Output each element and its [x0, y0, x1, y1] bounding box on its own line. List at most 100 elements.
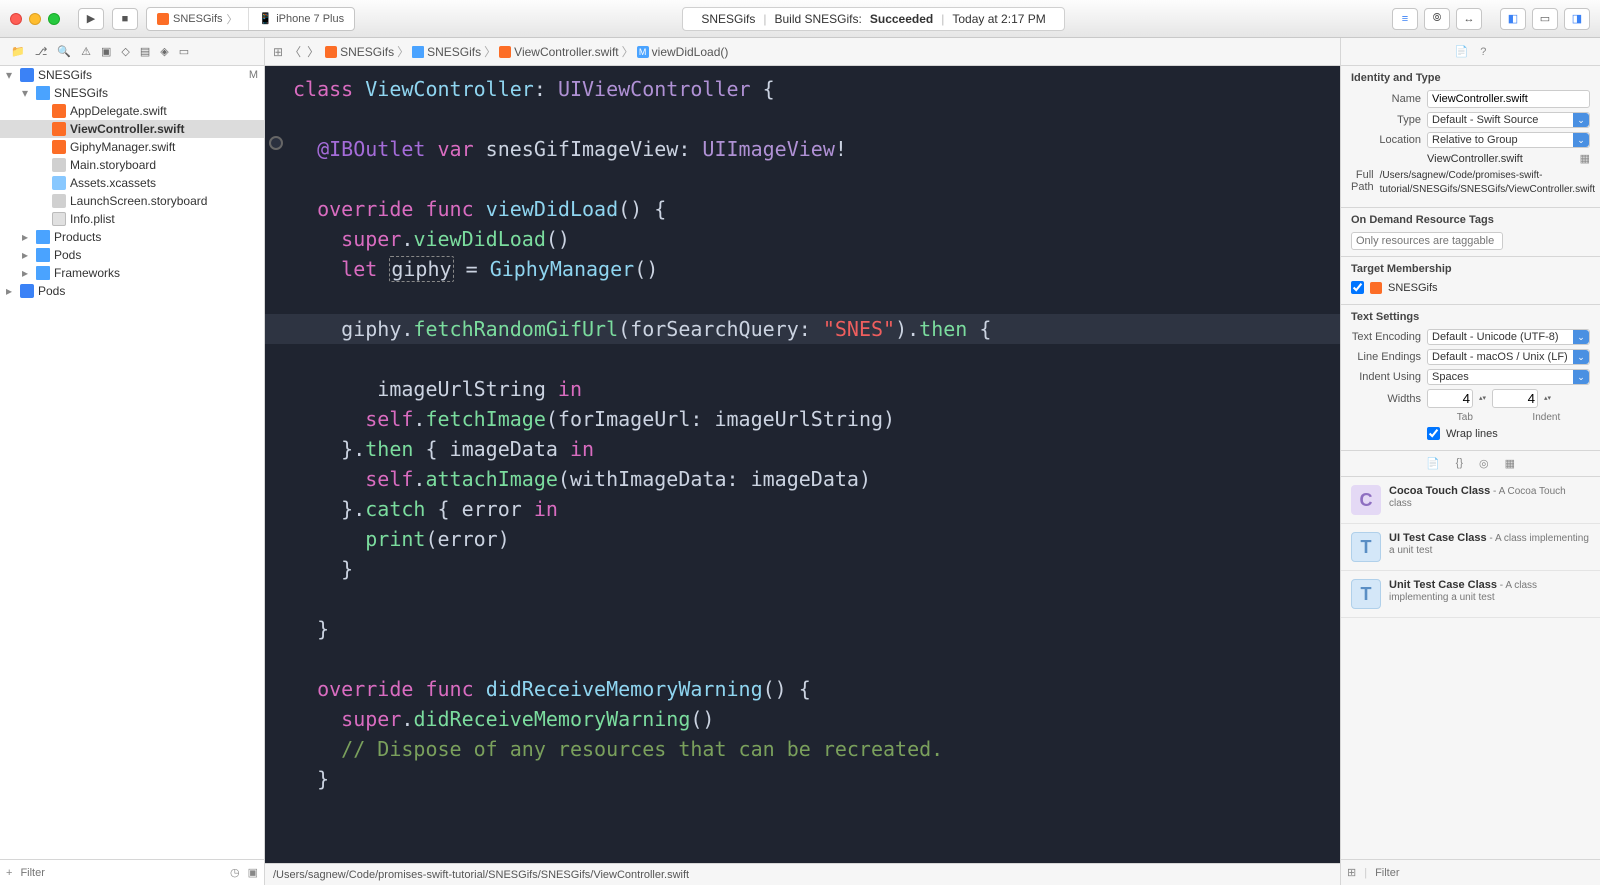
- navigator-selector-bar: 📁 ⎇ 🔍 ⚠ ▣ ◇ ▤ ◈ ▭: [0, 38, 265, 65]
- symbol-navigator-icon[interactable]: 🔍: [54, 43, 74, 60]
- template-icon: C: [1351, 485, 1381, 515]
- target-membership-checkbox[interactable]: [1351, 281, 1364, 294]
- nav-root[interactable]: ▾SNESGifsM: [0, 66, 264, 84]
- status-project: SNESGifs: [701, 12, 755, 26]
- quick-help-icon[interactable]: ?: [1480, 46, 1486, 58]
- jump-bar: 📁 ⎇ 🔍 ⚠ ▣ ◇ ▤ ◈ ▭ ⊞ 〈 〉 SNESGifs〉 SNESGi…: [0, 38, 1600, 66]
- scheme-app-label: SNESGifs: [173, 13, 223, 25]
- zoom-icon[interactable]: [48, 13, 60, 25]
- nav-item[interactable]: AppDelegate.swift: [0, 102, 264, 120]
- breadcrumb-project[interactable]: SNESGifs: [340, 45, 394, 59]
- library-view-mode-icon[interactable]: ⊞: [1347, 866, 1356, 879]
- nav-item[interactable]: Assets.xcassets: [0, 174, 264, 192]
- editor-path-bar: /Users/sagnew/Code/promises-swift-tutori…: [265, 863, 1340, 885]
- indent-width-stepper[interactable]: ▴▾: [1544, 396, 1551, 402]
- activity-status: SNESGifs | Build SNESGifs: Succeeded | T…: [682, 7, 1064, 31]
- inspector-panel: Identity and Type Name TypeDefault - Swi…: [1340, 66, 1600, 885]
- ondemand-tags-field: [1351, 232, 1503, 250]
- app-icon: [1370, 282, 1382, 294]
- editor-standard-button[interactable]: ≡: [1392, 8, 1418, 30]
- debug-navigator-icon[interactable]: ▤: [137, 43, 153, 60]
- status-build-label: Build SNESGifs:: [774, 12, 861, 26]
- method-icon: M: [637, 46, 649, 58]
- breadcrumb-method[interactable]: viewDidLoad(): [652, 45, 729, 59]
- recent-filter-icon[interactable]: ◷: [230, 866, 240, 879]
- location-select[interactable]: Relative to Group⌄: [1427, 132, 1590, 148]
- report-navigator-icon[interactable]: ▭: [176, 43, 192, 60]
- related-items-icon[interactable]: ⊞: [273, 45, 283, 59]
- code-view[interactable]: class ViewController: UIViewController {…: [265, 66, 1340, 863]
- encoding-select[interactable]: Default - Unicode (UTF-8)⌄: [1427, 329, 1590, 345]
- location-file: ViewController.swift: [1427, 153, 1574, 165]
- line-endings-select[interactable]: Default - macOS / Unix (LF)⌄: [1427, 349, 1590, 365]
- nav-forward-icon[interactable]: 〉: [307, 43, 319, 60]
- nav-item[interactable]: ▾SNESGifs: [0, 84, 264, 102]
- close-icon[interactable]: [10, 13, 22, 25]
- tab-caption: Tab: [1457, 412, 1473, 423]
- breadcrumb-file[interactable]: ViewController.swift: [514, 45, 618, 59]
- stop-button[interactable]: ■: [112, 8, 138, 30]
- wrap-lines-checkbox[interactable]: [1427, 427, 1440, 440]
- tab-width-stepper[interactable]: ▴▾: [1479, 396, 1486, 402]
- type-label: Type: [1351, 114, 1421, 126]
- toggle-debug-area-button[interactable]: ▭: [1532, 8, 1558, 30]
- nav-item[interactable]: ▸Pods: [0, 282, 264, 300]
- status-result: Succeeded: [870, 12, 933, 26]
- breadcrumb-folder[interactable]: SNESGifs: [427, 45, 481, 59]
- indent-using-select[interactable]: Spaces⌄: [1427, 369, 1590, 385]
- library-filter-input[interactable]: [1375, 867, 1594, 879]
- template-icon: T: [1351, 579, 1381, 609]
- breakpoint-navigator-icon[interactable]: ◈: [157, 43, 171, 60]
- minimize-icon[interactable]: [29, 13, 41, 25]
- issue-navigator-icon[interactable]: ▣: [98, 43, 114, 60]
- library-item[interactable]: CCocoa Touch Class - A Cocoa Touch class: [1341, 477, 1600, 524]
- editor-version-button[interactable]: ↔: [1456, 8, 1482, 30]
- location-label: Location: [1351, 134, 1421, 146]
- run-button[interactable]: ▶: [78, 8, 104, 30]
- tab-width-field[interactable]: [1427, 389, 1473, 408]
- scheme-selector[interactable]: SNESGifs 〉 📱iPhone 7 Plus: [146, 7, 355, 31]
- nav-item[interactable]: Info.plist: [0, 210, 264, 228]
- indent-using-label: Indent Using: [1351, 371, 1421, 383]
- test-navigator-icon[interactable]: ◇: [118, 43, 132, 60]
- titlebar: ▶ ■ SNESGifs 〉 📱iPhone 7 Plus SNESGifs |…: [0, 0, 1600, 38]
- folder-icon: [412, 46, 424, 58]
- ondemand-header: On Demand Resource Tags: [1351, 214, 1590, 226]
- encoding-label: Text Encoding: [1351, 331, 1421, 343]
- scm-filter-icon[interactable]: ▣: [248, 866, 258, 879]
- toggle-navigator-button[interactable]: ◧: [1500, 8, 1526, 30]
- nav-item[interactable]: ViewController.swift: [0, 120, 264, 138]
- project-navigator-icon[interactable]: 📁: [8, 43, 28, 60]
- library-item[interactable]: TUnit Test Case Class - A class implemen…: [1341, 571, 1600, 618]
- objects-tab-icon[interactable]: ◎: [1479, 457, 1489, 470]
- source-control-navigator-icon[interactable]: ⎇: [32, 43, 51, 60]
- line-endings-label: Line Endings: [1351, 351, 1421, 363]
- status-time: Today at 2:17 PM: [952, 12, 1045, 26]
- window-traffic-lights: [10, 13, 60, 25]
- type-select[interactable]: Default - Swift Source⌄: [1427, 112, 1590, 128]
- nav-back-icon[interactable]: 〈: [289, 43, 301, 60]
- file-inspector-icon[interactable]: 📄: [1455, 45, 1469, 58]
- editor-assistant-button[interactable]: ⦾: [1424, 8, 1450, 30]
- breadcrumb[interactable]: SNESGifs〉 SNESGifs〉 ViewController.swift…: [325, 43, 728, 60]
- choose-location-icon[interactable]: ▦: [1580, 152, 1590, 165]
- toggle-inspector-button[interactable]: ◨: [1564, 8, 1590, 30]
- navigator-filter-input[interactable]: [20, 867, 222, 879]
- inspector-selector-bar: 📄 ?: [1340, 38, 1600, 65]
- media-tab-icon[interactable]: ▦: [1505, 457, 1515, 470]
- library-item[interactable]: TUI Test Case Class - A class implementi…: [1341, 524, 1600, 571]
- nav-item[interactable]: ▸Products: [0, 228, 264, 246]
- nav-item[interactable]: LaunchScreen.storyboard: [0, 192, 264, 210]
- file-templates-tab-icon[interactable]: 📄: [1426, 457, 1440, 470]
- iboutlet-connection-icon[interactable]: [269, 136, 283, 150]
- nav-item[interactable]: GiphyManager.swift: [0, 138, 264, 156]
- add-button[interactable]: +: [6, 867, 12, 879]
- indent-width-field[interactable]: [1492, 389, 1538, 408]
- nav-item[interactable]: ▸Pods: [0, 246, 264, 264]
- project-navigator: ▾SNESGifsM▾SNESGifsAppDelegate.swiftView…: [0, 66, 265, 885]
- code-snippets-tab-icon[interactable]: {}: [1456, 457, 1463, 470]
- nav-item[interactable]: ▸Frameworks: [0, 264, 264, 282]
- find-navigator-icon[interactable]: ⚠: [78, 43, 94, 60]
- nav-item[interactable]: Main.storyboard: [0, 156, 264, 174]
- name-field[interactable]: [1427, 90, 1590, 108]
